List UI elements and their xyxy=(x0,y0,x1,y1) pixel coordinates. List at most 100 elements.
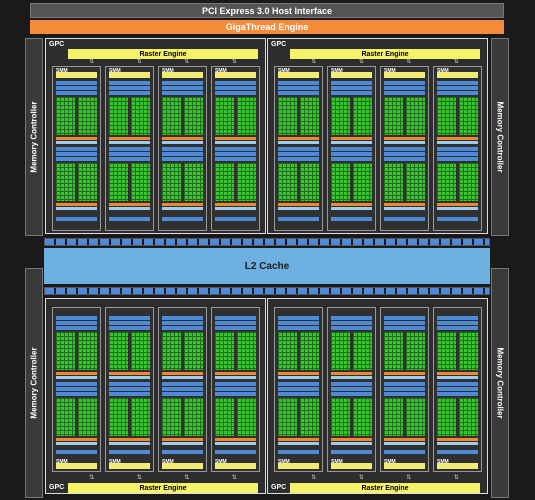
raster-arrows: ⇅ ⇅ ⇅ ⇅ xyxy=(68,475,258,482)
memory-controller-bottom-left: Memory Controller xyxy=(25,268,43,498)
cuda-core-grid xyxy=(215,398,234,436)
smm-dispatch xyxy=(162,86,203,90)
smm-texture-units xyxy=(278,217,319,221)
smm-sfu xyxy=(162,376,203,379)
cuda-core-grid xyxy=(406,97,425,135)
smm-register-file xyxy=(331,326,372,330)
smm-dispatch xyxy=(278,321,319,325)
smm-sfu xyxy=(109,376,150,379)
gigathread-engine: GigaThread Engine xyxy=(30,20,504,34)
cuda-core-grid xyxy=(237,332,256,370)
smm-sfu xyxy=(331,442,372,445)
cuda-core-grid xyxy=(78,163,97,201)
smm-sfu xyxy=(56,207,97,210)
smm-sfu xyxy=(215,442,256,445)
cuda-core-grid xyxy=(78,398,97,436)
cuda-core-grid xyxy=(278,97,297,135)
smm-texture-units xyxy=(215,217,256,221)
smm-load-store xyxy=(56,438,97,441)
memory-controller-top-right: Memory Controller xyxy=(491,38,509,236)
smm-dispatch xyxy=(109,321,150,325)
smm-register-file xyxy=(56,392,97,396)
smm-register-file xyxy=(109,392,150,396)
gpc-top-right: GPC Raster Engine ⇅ ⇅ ⇅ ⇅ SMM SMM SMM SMM xyxy=(267,38,488,234)
smm-dispatch xyxy=(278,152,319,156)
smm-load-store xyxy=(331,137,372,140)
smm-sfu xyxy=(278,442,319,445)
smm-scheduler xyxy=(437,316,478,320)
smm-dispatch xyxy=(384,152,425,156)
cuda-core-grid xyxy=(131,163,150,201)
smm-sfu xyxy=(331,141,372,144)
smm-block: SMM xyxy=(211,307,260,472)
arrow-icon: ⇅ xyxy=(184,59,190,65)
memory-bus-top xyxy=(44,238,490,246)
smm-scheduler xyxy=(384,81,425,85)
cuda-core-grid xyxy=(109,398,128,436)
smm-scheduler xyxy=(109,147,150,151)
cuda-core-grid xyxy=(56,163,75,201)
smm-register-file xyxy=(278,91,319,95)
smm-dispatch xyxy=(109,387,150,391)
cuda-core-grid xyxy=(353,398,372,436)
cuda-core-grid xyxy=(300,332,319,370)
smm-sfu xyxy=(56,141,97,144)
cuda-core-grid xyxy=(237,398,256,436)
smm-texture-units xyxy=(384,217,425,221)
smm-scheduler xyxy=(56,316,97,320)
arrow-icon: ⇅ xyxy=(89,59,95,65)
smm-load-store xyxy=(56,203,97,206)
cuda-core-grid xyxy=(459,398,478,436)
cuda-core-grid xyxy=(406,163,425,201)
smm-dispatch xyxy=(437,152,478,156)
smm-instruction-cache xyxy=(56,463,97,469)
raster-engine: Raster Engine xyxy=(290,483,480,493)
smm-scheduler xyxy=(56,147,97,151)
smm-sfu xyxy=(162,207,203,210)
cuda-core-grid xyxy=(353,163,372,201)
arrow-icon: ⇅ xyxy=(406,59,412,65)
smm-scheduler xyxy=(162,147,203,151)
cuda-core-grid xyxy=(237,163,256,201)
smm-sfu xyxy=(331,207,372,210)
smm-instruction-cache xyxy=(331,463,372,469)
smm-block: SMM xyxy=(274,307,323,472)
smm-register-file xyxy=(278,326,319,330)
smm-sfu xyxy=(215,207,256,210)
cuda-core-grid xyxy=(459,97,478,135)
smm-sfu xyxy=(384,376,425,379)
smm-load-store xyxy=(109,137,150,140)
cuda-core-grid xyxy=(384,398,403,436)
arrow-icon: ⇅ xyxy=(358,59,364,65)
smm-instruction-cache xyxy=(437,72,478,78)
raster-engine: Raster Engine xyxy=(68,49,258,59)
cuda-core-grid xyxy=(184,398,203,436)
smm-scheduler xyxy=(384,147,425,151)
pcie-host-interface: PCI Express 3.0 Host Interface xyxy=(30,3,504,18)
smm-scheduler xyxy=(162,382,203,386)
smm-instruction-cache xyxy=(56,72,97,78)
smm-texture-units xyxy=(437,217,478,221)
smm-load-store xyxy=(278,203,319,206)
cuda-core-grid xyxy=(215,97,234,135)
smm-sfu xyxy=(215,141,256,144)
smm-register-file xyxy=(162,91,203,95)
smm-scheduler xyxy=(56,382,97,386)
smm-dispatch xyxy=(331,152,372,156)
smm-register-file xyxy=(215,157,256,161)
cuda-core-grid xyxy=(237,97,256,135)
smm-dispatch xyxy=(331,387,372,391)
smm-instruction-cache xyxy=(109,72,150,78)
arrow-icon: ⇅ xyxy=(453,475,459,481)
smm-block: SMM xyxy=(105,66,154,231)
smm-register-file xyxy=(215,91,256,95)
smm-dispatch xyxy=(56,387,97,391)
cuda-core-grid xyxy=(300,163,319,201)
arrow-icon: ⇅ xyxy=(136,59,142,65)
smm-load-store xyxy=(437,137,478,140)
arrow-icon: ⇅ xyxy=(231,59,237,65)
smm-register-file xyxy=(162,157,203,161)
smm-sfu xyxy=(384,141,425,144)
cuda-core-grid xyxy=(131,97,150,135)
smm-register-file xyxy=(437,392,478,396)
